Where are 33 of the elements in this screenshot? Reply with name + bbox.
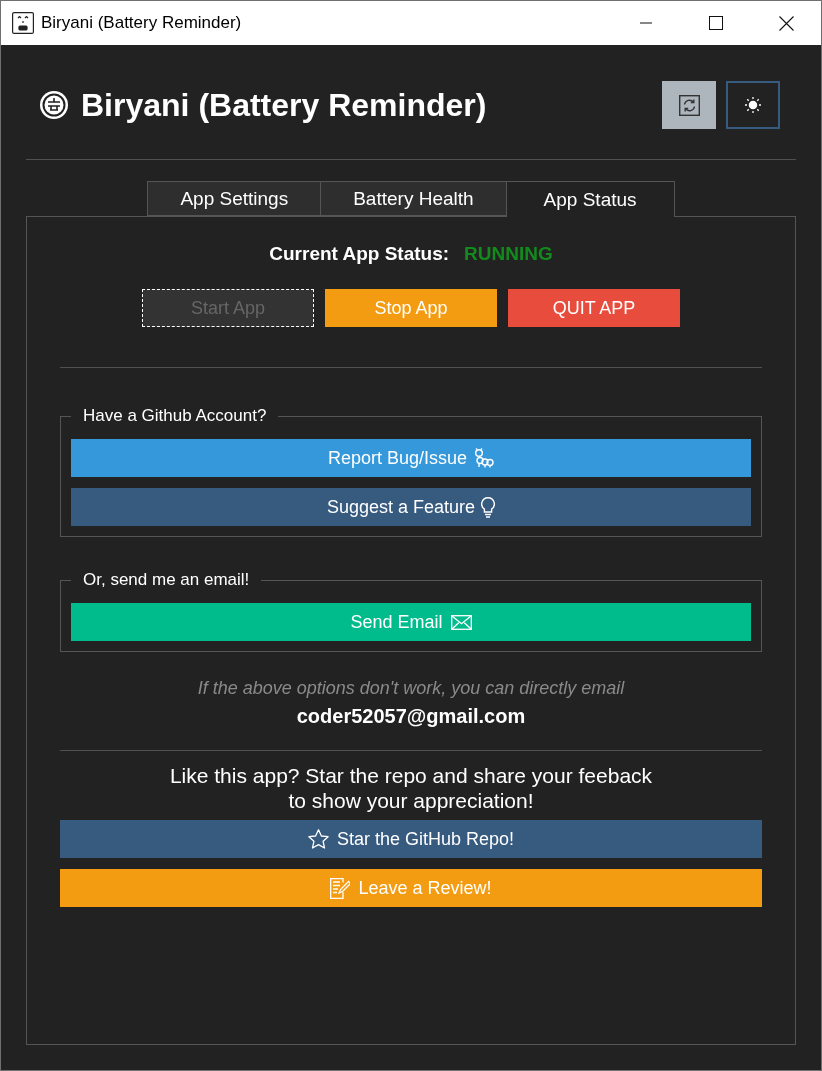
notepad-pencil-icon	[330, 877, 351, 899]
app-icon	[12, 12, 34, 34]
appreciation-text: Like this app? Star the repo and share your feeback to show your appreciation!	[169, 763, 653, 813]
theme-toggle-button[interactable]	[726, 81, 780, 129]
send-email-button[interactable]: Send Email	[71, 603, 751, 641]
status-label: Current App Status:	[269, 242, 450, 266]
email-note: If the above options don't work, you can directly email	[196, 677, 626, 699]
status-value: RUNNING	[464, 242, 553, 266]
window-title: Biryani (Battery Reminder)	[41, 12, 242, 34]
report-bug-button[interactable]: Report Bug/Issue	[71, 439, 751, 477]
stop-app-button[interactable]: Stop App	[325, 289, 497, 327]
refresh-icon	[678, 94, 700, 116]
envelope-icon	[450, 614, 472, 630]
sun-icon	[745, 97, 761, 113]
quit-app-button[interactable]: QUIT APP	[508, 289, 680, 327]
minimize-icon	[640, 22, 652, 24]
leave-review-button[interactable]: Leave a Review!	[60, 869, 762, 907]
tab[interactable]: Battery Health	[320, 181, 507, 216]
caterpillar-icon	[473, 448, 495, 468]
tab[interactable]: App Settings	[147, 181, 322, 216]
star-icon	[307, 829, 329, 849]
group-label: Have a Github Account?	[82, 405, 268, 427]
suggest-feature-button[interactable]: Suggest a Feature	[71, 488, 751, 526]
email-address: coder52057@gmail.com	[296, 704, 526, 728]
refresh-button[interactable]	[662, 81, 716, 129]
group-label: Or, send me an email!	[82, 569, 251, 591]
star-repo-button[interactable]: Star the GitHub Repo!	[60, 820, 762, 858]
logo-icon	[40, 91, 68, 119]
maximize-icon	[709, 16, 723, 30]
lightbulb-icon	[481, 496, 496, 518]
tab[interactable]: App Status	[505, 181, 675, 217]
close-icon	[778, 15, 794, 31]
app-title: Biryani (Battery Reminder)	[81, 86, 487, 124]
